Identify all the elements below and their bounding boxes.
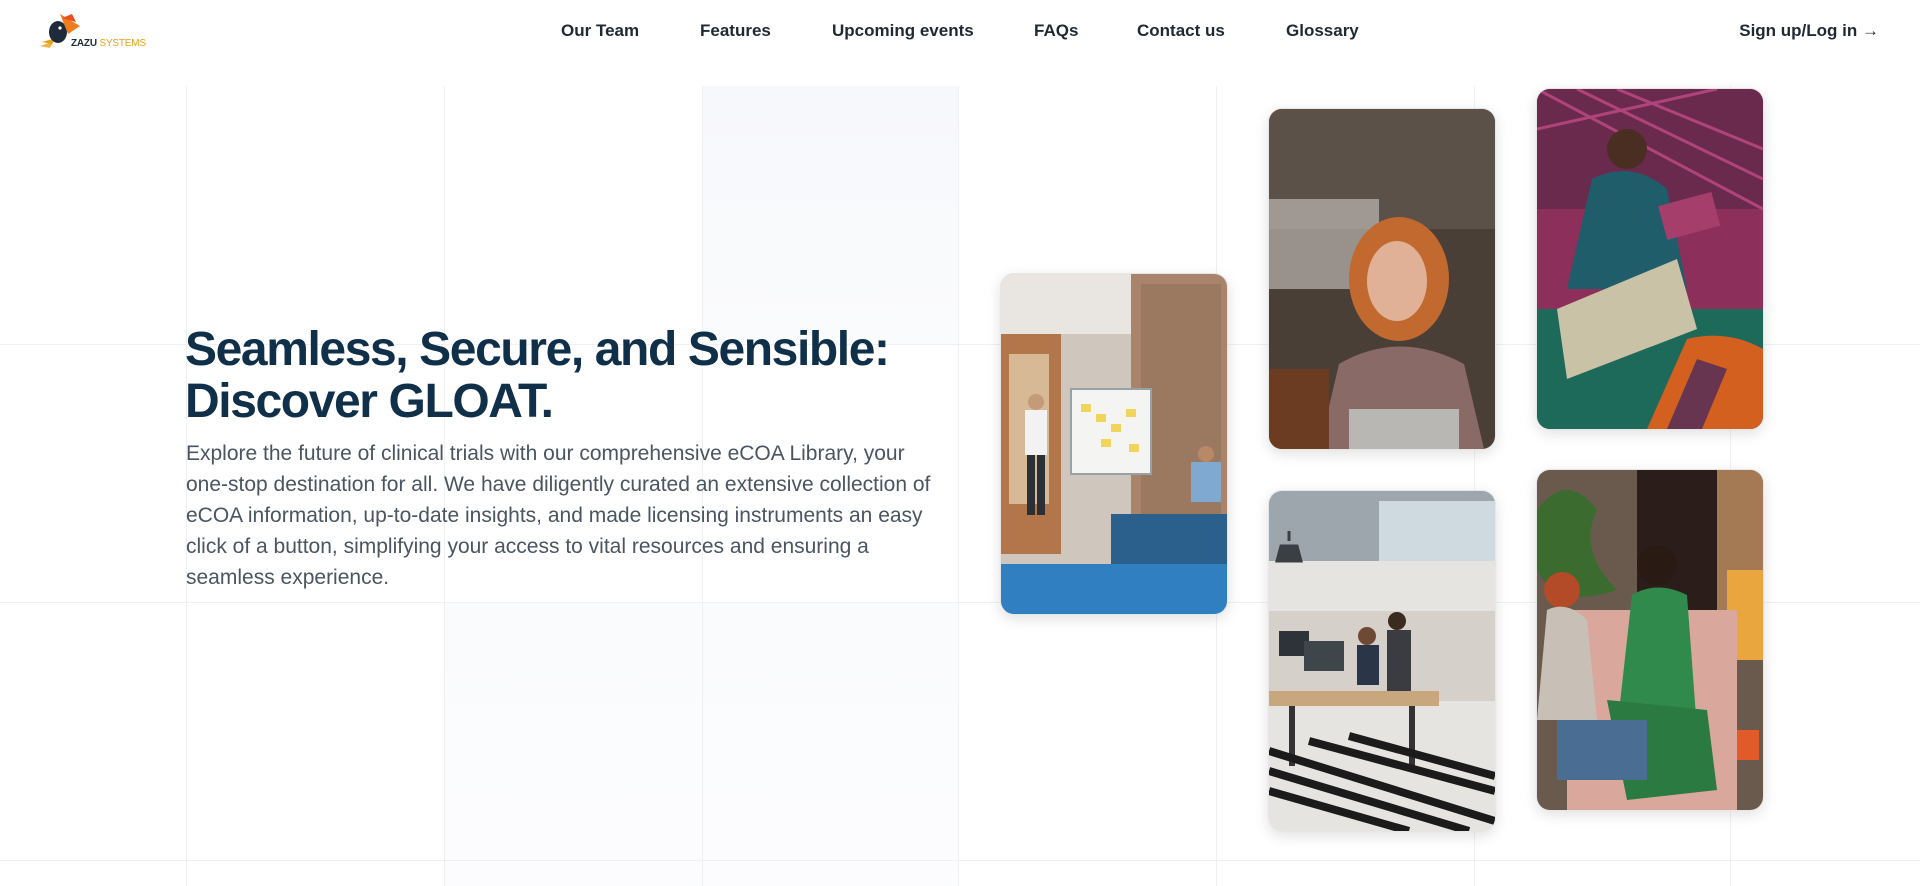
photo-office	[1268, 490, 1496, 832]
photo-presentation	[1000, 273, 1228, 615]
main-nav: Our Team Features Upcoming events FAQs C…	[0, 0, 1920, 64]
photo-woman-laptop	[1268, 108, 1496, 450]
nav-contact-us[interactable]: Contact us	[1137, 21, 1225, 41]
nav-faqs[interactable]: FAQs	[1034, 21, 1078, 41]
photo-man-tablet	[1536, 88, 1764, 430]
nav-our-team[interactable]: Our Team	[561, 21, 639, 41]
grid-shade	[444, 602, 958, 886]
signup-login-link[interactable]: Sign up/Log in →	[1739, 21, 1879, 41]
site-header: ZAZU SYSTEMS Our Team Features Upcoming …	[0, 0, 1920, 64]
nav-glossary[interactable]: Glossary	[1286, 21, 1359, 41]
grid-shade	[702, 86, 958, 344]
nav-upcoming-events[interactable]: Upcoming events	[832, 21, 974, 41]
hero-title: Seamless, Secure, and Sensible: Discover…	[185, 323, 890, 428]
photo-two-women-sofa	[1536, 469, 1764, 811]
hero-description: Explore the future of clinical trials wi…	[186, 442, 931, 589]
nav-features[interactable]: Features	[700, 21, 771, 41]
